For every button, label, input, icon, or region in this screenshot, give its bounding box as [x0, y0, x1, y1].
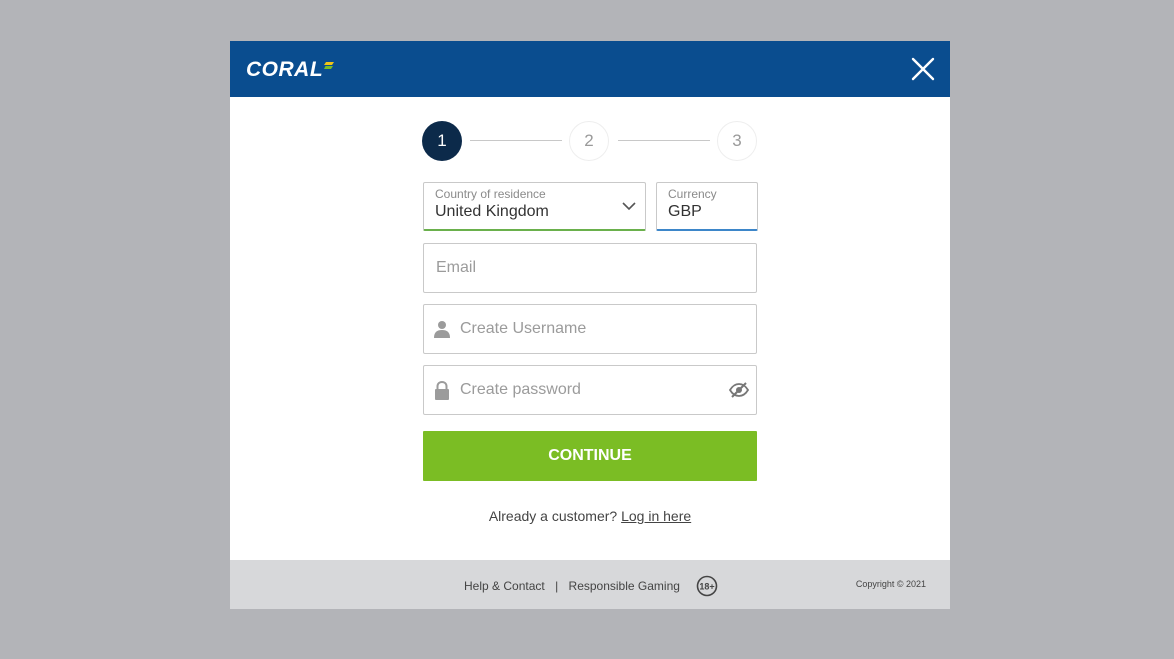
email-placeholder: Email	[436, 259, 477, 276]
responsible-gaming-link[interactable]: Responsible Gaming	[569, 579, 680, 593]
age-badge-text: 18+	[699, 582, 714, 592]
close-button[interactable]	[911, 57, 935, 81]
step-2: 2	[569, 121, 609, 161]
chevron-down-icon	[622, 202, 636, 211]
password-field[interactable]: Create password	[423, 365, 757, 415]
login-prompt: Already a customer? Log in here	[230, 508, 950, 524]
modal-footer: Help & Contact | Responsible Gaming 18+ …	[230, 560, 950, 609]
login-prompt-text: Already a customer?	[488, 508, 618, 524]
logo-flag-icon	[324, 62, 335, 69]
logo-text: CORAL	[246, 58, 324, 81]
country-label: Country of residence	[435, 187, 546, 201]
eye-off-icon[interactable]	[729, 381, 749, 399]
country-value: United Kingdom	[435, 203, 549, 220]
lock-icon	[435, 381, 449, 400]
registration-modal: CORAL 1 2 3 Country of residence United …	[230, 41, 950, 609]
footer-links: Help & Contact | Responsible Gaming	[464, 579, 680, 593]
close-icon	[911, 57, 935, 81]
footer-separator: |	[555, 579, 559, 593]
progress-stepper: 1 2 3	[230, 121, 950, 161]
modal-header: CORAL	[230, 41, 950, 97]
step-3: 3	[717, 121, 757, 161]
username-field[interactable]: Create Username	[423, 304, 757, 354]
currency-label: Currency	[668, 187, 717, 201]
help-contact-link[interactable]: Help & Contact	[464, 579, 545, 593]
age-restriction-icon: 18+	[696, 575, 718, 597]
currency-field[interactable]: Currency GBP	[656, 182, 758, 231]
username-placeholder: Create Username	[460, 320, 587, 337]
currency-value: GBP	[668, 203, 702, 220]
step-connector	[618, 140, 710, 141]
continue-button[interactable]: CONTINUE	[423, 431, 757, 481]
country-select[interactable]: Country of residence United Kingdom	[423, 182, 646, 231]
coral-logo: CORAL	[246, 57, 335, 83]
email-field[interactable]: Email	[423, 243, 757, 293]
copyright-text: Copyright © 2021	[855, 579, 926, 589]
step-connector	[470, 140, 562, 141]
password-placeholder: Create password	[460, 381, 581, 398]
step-1: 1	[422, 121, 462, 161]
user-icon	[434, 321, 450, 338]
login-link[interactable]: Log in here	[621, 508, 691, 524]
